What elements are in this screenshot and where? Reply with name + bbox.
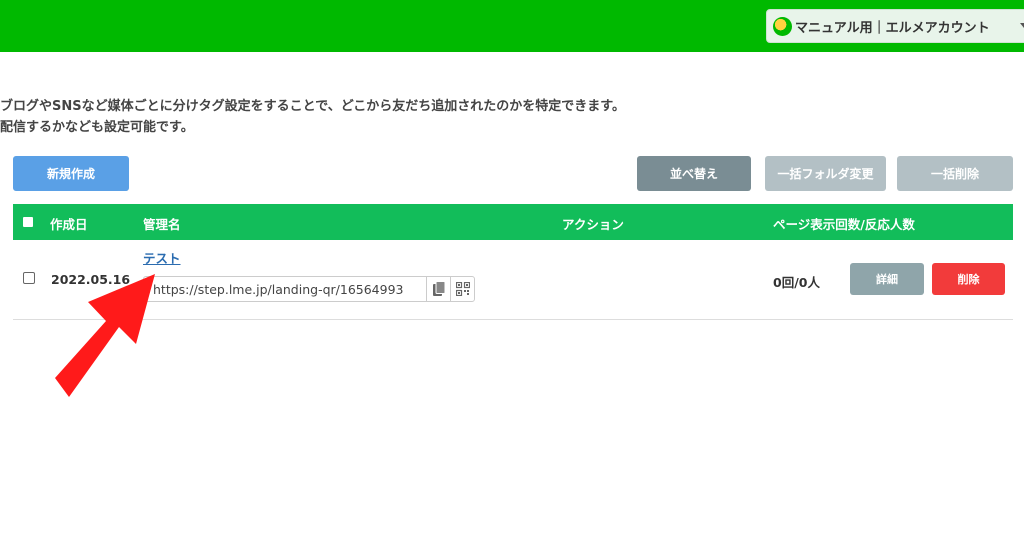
red-pointer-arrow-icon bbox=[55, 274, 155, 397]
